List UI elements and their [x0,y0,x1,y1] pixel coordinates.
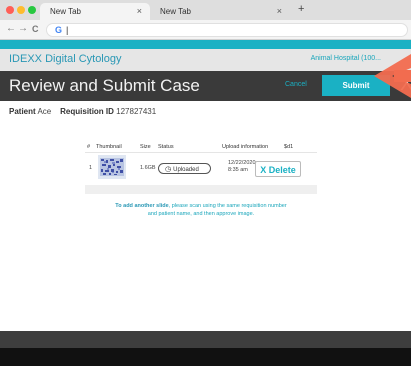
brand-logo: IDEXX Digital Cytology [9,53,122,65]
upload-date: 12/22/2020 [228,160,256,166]
delete-button[interactable]: X Delete [255,161,301,177]
patient-label: Patient [9,107,36,116]
requisition-value: 127827431 [116,107,157,116]
close-tab-icon[interactable]: × [277,6,282,16]
text-caret: | [66,25,69,35]
back-arrow-icon[interactable]: ← [6,23,16,34]
note-line2: and patient name, and then approve image… [147,211,255,217]
clock-icon: ◷ [165,166,172,173]
table-row: 1 1.6GB ◷ Uploaded 12/22/2020 8:35 am X … [85,153,317,183]
patient-value: Ace [37,107,52,116]
cancel-button[interactable]: Cancel [285,81,307,88]
column-header-thumbnail: Thumbnail [96,144,122,150]
reload-icon[interactable]: C [32,24,39,34]
column-header-size: Size [140,144,151,150]
column-header-upload-info: Upload information [222,144,269,150]
x-icon: X [260,164,267,175]
column-header-status: Status [158,144,174,150]
url-input[interactable]: G | [46,23,408,37]
close-window-control[interactable] [6,6,14,14]
row-size: 1.6GB [140,165,156,171]
app-header: IDEXX Digital Cytology Animal Hospital (… [0,49,411,71]
row-index: 1 [89,165,93,171]
delete-label: Delete [268,164,296,175]
annotation-arrow-icon [374,54,411,98]
close-tab-icon[interactable]: × [137,6,142,16]
tab-title: New Tab [160,7,191,16]
slide-thumbnail[interactable] [98,155,126,179]
accent-strip [0,40,411,49]
page-title: Review and Submit Case [9,76,200,95]
upload-time: 8:35 am [228,167,248,173]
table-footer [85,185,317,194]
note-bold: To add another slide [115,203,169,209]
tab-title: New Tab [50,7,81,16]
browser-tab[interactable]: New Tab × [150,3,290,20]
browser-tab-bar: New Tab × New Tab × + [0,0,411,20]
browser-tab-active[interactable]: New Tab × [40,3,150,20]
case-summary: Patient Ace Requisition ID 127827431 [9,107,156,116]
status-text: Uploaded [173,167,199,173]
status-badge: ◷ Uploaded [158,163,211,174]
new-tab-icon[interactable]: + [298,3,304,15]
add-slide-instructions: To add another slide, please scan using … [85,202,317,218]
note-text: , please scan using the same requisition… [168,203,287,209]
requisition-label: Requisition ID [60,107,114,116]
forward-arrow-icon[interactable]: → [18,23,28,34]
browser-address-bar: ← → C G | [0,20,411,40]
hospital-selector[interactable]: Animal Hospital (100... [311,55,381,62]
screen-bottom-edge [0,348,411,366]
title-bar: Review and Submit Case Cancel Submit X [0,71,411,101]
column-header-index: # [87,144,91,150]
google-icon: G [55,25,63,35]
minimize-window-control[interactable] [17,6,25,14]
footer-bar [0,331,411,348]
column-header-extra: $d1 [284,144,294,150]
slides-table: # Thumbnail Size Status Upload informati… [85,144,317,196]
maximize-window-control[interactable] [28,6,36,14]
